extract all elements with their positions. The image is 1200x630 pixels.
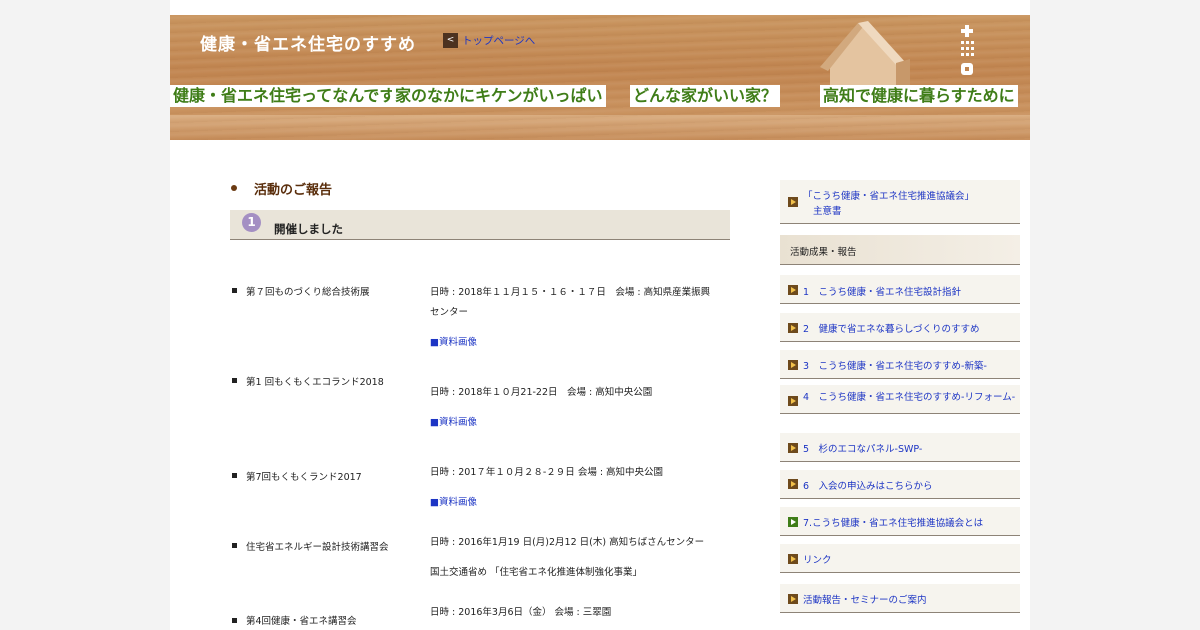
sidebar-item-label: 7.こうち健康・省エネ住宅推進協議会とは (803, 518, 984, 529)
arrow-right-icon (788, 396, 798, 406)
event-materials-link[interactable]: ■資料画像 (430, 334, 477, 348)
event-name: 第1 回もくもくエコランド2018 (246, 377, 384, 388)
sidebar-item-about[interactable]: 7.こうち健康・省エネ住宅推進協議会とは (780, 507, 1020, 536)
event-detail: センター (430, 307, 469, 318)
site-title: 健康・省エネ住宅のすすめ (200, 35, 416, 55)
sidebar-item-seminars[interactable]: 活動報告・セミナーのご案内 (780, 584, 1020, 613)
sidebar-item-label: 活動報告・セミナーのご案内 (803, 595, 927, 606)
top-page-link-label: トップページへ (462, 35, 536, 47)
main-content: 活動のご報告 1 開催しました 第７回ものづくり総合技術展 日時 : 2018年… (230, 175, 730, 627)
sidebar-item-label: 5 杉のエコなパネル-SWP- (803, 444, 923, 455)
arrow-right-icon (788, 479, 798, 489)
page: 健康・省エネ住宅のすすめ < トップページへ 健康・省エネ住宅ってなんですか？ … (170, 0, 1030, 630)
event-name: 住宅省エネルギー設計技術講習会 (246, 542, 389, 553)
arrow-right-icon (788, 197, 798, 207)
nav-item-dangers[interactable]: 家のなかにキケンがいっぱい (392, 85, 606, 107)
square-bullet-icon (232, 473, 237, 478)
sidebar-item-new-build[interactable]: 3 こうち健康・省エネ住宅のすすめ-新築- (780, 350, 1020, 379)
sidebar-item-reform[interactable]: 4 こうち健康・省エネ住宅のすすめ-リフォーム- (780, 385, 1020, 414)
number-badge-icon: 1 (242, 213, 261, 232)
event-detail: 日時 : 2016年3月6日（金） 会場 : 三翠園 (430, 607, 612, 618)
held-banner: 1 開催しました (230, 210, 730, 240)
event-materials-link[interactable]: ■資料画像 (430, 414, 477, 428)
sidebar-item-label: リンク (803, 555, 832, 566)
arrow-left-icon: < (443, 33, 458, 48)
arrow-right-icon (788, 594, 798, 604)
square-bullet-icon (232, 543, 237, 548)
sidebar-item-label: 主意書 (813, 206, 842, 217)
square-bullet-icon (232, 378, 237, 383)
event-detail: 国土交通省め 「住宅省エネ化推進体制強化事業」 (430, 567, 643, 578)
sidebar-item-label: 2 健康で省エネな暮らしづくりのすすめ (803, 324, 980, 335)
event-name: 第4回健康・省エネ講習会 (246, 616, 357, 627)
top-page-link[interactable]: < トップページへ (443, 33, 535, 48)
sidebar-item-lifestyle[interactable]: 2 健康で省エネな暮らしづくりのすすめ (780, 313, 1020, 342)
sidebar-item-join[interactable]: 6 入会の申込みはこちらから (780, 470, 1020, 499)
sidebar-item-prospectus[interactable]: 「こうち健康・省エネ住宅推進協議会」 主意書 (780, 180, 1020, 224)
section-title: 活動のご報告 (254, 182, 333, 198)
event-detail: 日時 : 2016年1月19 日(月)2月12 日(木) 高知ちばさんセンター (430, 537, 705, 548)
main-nav: 健康・省エネ住宅ってなんですか？ 家のなかにキケンがいっぱい どんな家がいい家？… (170, 85, 1030, 107)
sidebar-item-links[interactable]: リンク (780, 544, 1020, 573)
arrow-right-icon (788, 285, 798, 295)
arrow-right-icon (788, 443, 798, 453)
sidebar-item-label: 6 入会の申込みはこちらから (803, 481, 933, 492)
sidebar-item-label: 1 こうち健康・省エネ住宅設計指針 (803, 287, 962, 298)
sidebar-section-title: 活動成果・報告 (790, 247, 857, 258)
bullet-icon (231, 185, 237, 191)
arrow-right-icon (788, 360, 798, 370)
nav-item-kochi-health[interactable]: 高知で健康に暮らすために (820, 85, 1018, 107)
sidebar-item-label: 「こうち健康・省エネ住宅推進協議会」 (803, 191, 975, 202)
banner-title: 開催しました (274, 222, 343, 236)
event-detail: 日時 : 2018年１０月21-22日 会場 : 高知中央公園 (430, 387, 653, 398)
event-detail: 日時 : 2018年１１月１５・１６・１７日 会場 : 高知県産業振興 (430, 287, 711, 298)
nav-item-good-house[interactable]: どんな家がいい家？ (630, 85, 781, 107)
event-materials-link[interactable]: ■資料画像 (430, 494, 477, 508)
header: 健康・省エネ住宅のすすめ < トップページへ 健康・省エネ住宅ってなんですか？ … (170, 15, 1030, 140)
dot-grid-menu-icon[interactable] (959, 25, 975, 77)
sidebar-item-label: 4 こうち健康・省エネ住宅のすすめ-リフォーム- (803, 392, 1016, 403)
event-name: 第７回ものづくり総合技術展 (246, 287, 370, 298)
sidebar-section-head: 活動成果・報告 (780, 235, 1020, 265)
sidebar-item-design-guide[interactable]: 1 こうち健康・省エネ住宅設計指針 (780, 275, 1020, 304)
section-heading: 活動のご報告 (230, 175, 730, 201)
sidebar-item-swp[interactable]: 5 杉のエコなパネル-SWP- (780, 433, 1020, 462)
event-name: 第7回もくもくランド2017 (246, 472, 362, 483)
square-bullet-icon (232, 288, 237, 293)
event-detail: 日時 : 201７年１０月２８-２９日 会場 : 高知中央公園 (430, 467, 664, 478)
arrow-right-icon (788, 323, 798, 333)
square-bullet-icon (232, 618, 237, 623)
arrow-right-icon (788, 554, 798, 564)
sidebar-item-label: 3 こうち健康・省エネ住宅のすすめ-新築- (803, 361, 987, 372)
arrow-right-icon (788, 517, 798, 527)
